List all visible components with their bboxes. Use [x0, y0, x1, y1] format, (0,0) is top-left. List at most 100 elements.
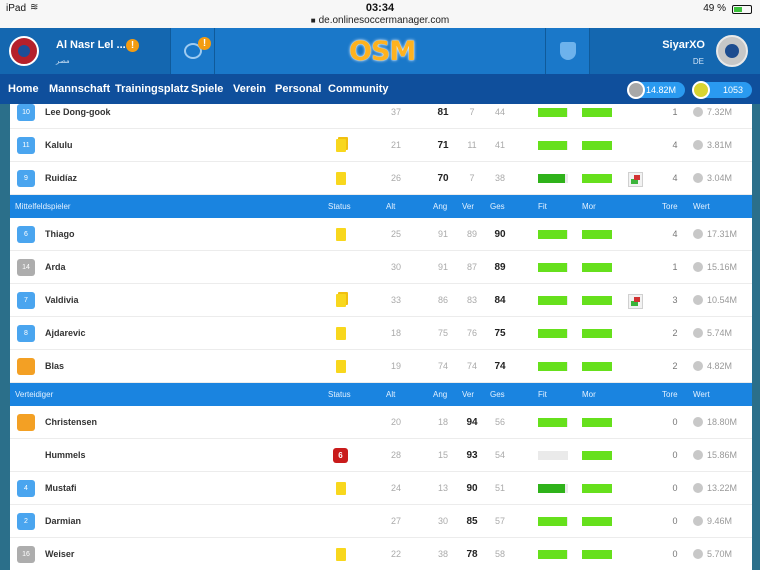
player-name[interactable]: Kalulu: [45, 140, 73, 150]
column-header-status[interactable]: Status: [328, 390, 351, 399]
league-button[interactable]: [545, 28, 590, 74]
jersey-icon: 7: [17, 292, 35, 309]
fitness-bar-fill: [538, 484, 565, 493]
player-name[interactable]: Ajdarevic: [45, 328, 86, 338]
column-header-def[interactable]: Ver: [462, 390, 474, 399]
morale-bar-fill: [582, 296, 612, 305]
player-age: 22: [390, 549, 401, 559]
player-age: 27: [390, 516, 401, 526]
column-header-att[interactable]: Ang: [433, 390, 447, 399]
player-row[interactable]: 16 Weiser 22 38 78 58 0 5.70M: [10, 538, 752, 570]
player-row[interactable]: Blas 19 74 74 74 2 4.82M: [10, 350, 752, 383]
alert-icon[interactable]: !: [126, 39, 139, 52]
player-name[interactable]: Blas: [45, 361, 64, 371]
player-row[interactable]: 7 Valdivia 33 86 83 84 3 10.54M: [10, 284, 752, 317]
fitness-bar-fill: [538, 329, 567, 338]
player-name[interactable]: Valdivia: [45, 295, 79, 305]
column-header-def[interactable]: Ver: [462, 202, 474, 211]
player-name[interactable]: Christensen: [45, 417, 97, 427]
nav-trainingsplatz[interactable]: Trainingsplatz: [115, 83, 189, 95]
player-name[interactable]: Ruidíaz: [45, 173, 77, 183]
column-header-fit[interactable]: Fit: [538, 202, 547, 211]
player-name[interactable]: Mustafi: [45, 483, 77, 493]
player-row[interactable]: 10 Lee Dong-gook 37 81 7 44 1 7.32M: [10, 104, 752, 129]
player-attack: 30: [437, 516, 448, 526]
player-row[interactable]: 8 Ajdarevic 18 75 76 75 2 5.74M: [10, 317, 752, 350]
column-header-age[interactable]: Alt: [386, 202, 395, 211]
player-overall: 41: [494, 140, 505, 150]
column-header-morale[interactable]: Mor: [582, 202, 596, 211]
player-age: 33: [390, 295, 401, 305]
column-header-goals[interactable]: Tore: [662, 202, 678, 211]
nav-mannschaft[interactable]: Mannschaft: [49, 83, 110, 95]
token-balance[interactable]: 1053: [692, 81, 752, 99]
coin-icon: [693, 262, 703, 272]
player-value: 3.81M: [707, 140, 733, 150]
player-goals: 0: [672, 483, 678, 493]
user-panel[interactable]: SiyarXO DE: [590, 28, 760, 74]
player-overall: 89: [494, 262, 506, 273]
fitness-bar: [538, 329, 568, 338]
player-row[interactable]: 9 Ruidíaz 26 70 7 38 4 3.04M: [10, 162, 752, 195]
fitness-bar: [538, 296, 568, 305]
transfer-icon[interactable]: [628, 294, 643, 309]
chat-button[interactable]: !: [170, 28, 215, 74]
column-header-ovr[interactable]: Ges: [490, 202, 505, 211]
player-name[interactable]: Thiago: [45, 229, 75, 239]
transfer-icon[interactable]: [628, 172, 643, 187]
coin-icon: [693, 295, 703, 305]
column-header-age[interactable]: Alt: [386, 390, 395, 399]
player-name[interactable]: Lee Dong-gook: [45, 107, 111, 117]
club-crest-icon: [9, 36, 39, 66]
nav-spiele[interactable]: Spiele: [191, 83, 223, 95]
player-row[interactable]: 11 Kalulu 21 71 11 41 4 3.81M: [10, 129, 752, 162]
column-header-fit[interactable]: Fit: [538, 390, 547, 399]
player-defence: 90: [466, 483, 478, 494]
player-defence: 83: [466, 295, 477, 305]
player-overall: 38: [494, 173, 505, 183]
morale-bar-fill: [582, 141, 612, 150]
player-age: 26: [390, 173, 401, 183]
jersey-icon: 10: [17, 104, 35, 121]
player-goals: 0: [672, 450, 678, 460]
column-header-value[interactable]: Wert: [693, 390, 710, 399]
token-icon: [692, 81, 710, 99]
player-row[interactable]: 2 Darmian 27 30 85 57 0 9.46M: [10, 505, 752, 538]
player-overall: 57: [494, 516, 505, 526]
nav-verein[interactable]: Verein: [233, 83, 266, 95]
player-name[interactable]: Darmian: [45, 516, 81, 526]
column-header-goals[interactable]: Tore: [662, 390, 678, 399]
player-name[interactable]: Hummels: [45, 450, 86, 460]
nav-home[interactable]: Home: [8, 83, 39, 95]
ios-status-bar: iPad ≋ 03:34 ■ de.onlinesoccermanager.com…: [0, 0, 760, 28]
player-goals: 2: [672, 328, 678, 338]
player-name[interactable]: Weiser: [45, 549, 74, 559]
player-row[interactable]: 14 Arda 30 91 87 89 1 15.16M: [10, 251, 752, 284]
player-row[interactable]: 6 Thiago 25 91 89 90 4 17.31M: [10, 218, 752, 251]
player-value: 4.82M: [707, 361, 733, 371]
player-defence: 94: [466, 417, 478, 428]
player-attack: 81: [437, 107, 449, 118]
player-value: 15.16M: [707, 262, 738, 272]
fitness-bar: [538, 141, 568, 150]
player-defence: 85: [466, 516, 478, 527]
player-name[interactable]: Arda: [45, 262, 66, 272]
column-header-att[interactable]: Ang: [433, 202, 447, 211]
nav-community[interactable]: Community: [328, 83, 389, 95]
nav-personal[interactable]: Personal: [275, 83, 321, 95]
address-bar[interactable]: ■ de.onlinesoccermanager.com: [0, 15, 760, 26]
money-balance[interactable]: 14.82M: [627, 81, 685, 99]
player-value: 18.80M: [707, 417, 738, 427]
column-header-morale[interactable]: Mor: [582, 390, 596, 399]
osm-logo[interactable]: OSM: [349, 36, 416, 67]
column-header-ovr[interactable]: Ges: [490, 390, 505, 399]
column-header-value[interactable]: Wert: [693, 202, 710, 211]
player-row[interactable]: 4 Mustafi 24 13 90 51 0 13.22M: [10, 472, 752, 505]
column-header-status[interactable]: Status: [328, 202, 351, 211]
player-row[interactable]: Christensen 20 18 94 56 0 18.80M: [10, 406, 752, 439]
club-panel[interactable]: Al Nasr Lel ... مصر !: [0, 28, 170, 74]
player-row[interactable]: Hummels 6 28 15 93 54 0 15.86M: [10, 439, 752, 472]
fitness-bar-fill: [538, 550, 567, 559]
morale-bar-fill: [582, 108, 612, 117]
player-value: 9.46M: [707, 516, 733, 526]
